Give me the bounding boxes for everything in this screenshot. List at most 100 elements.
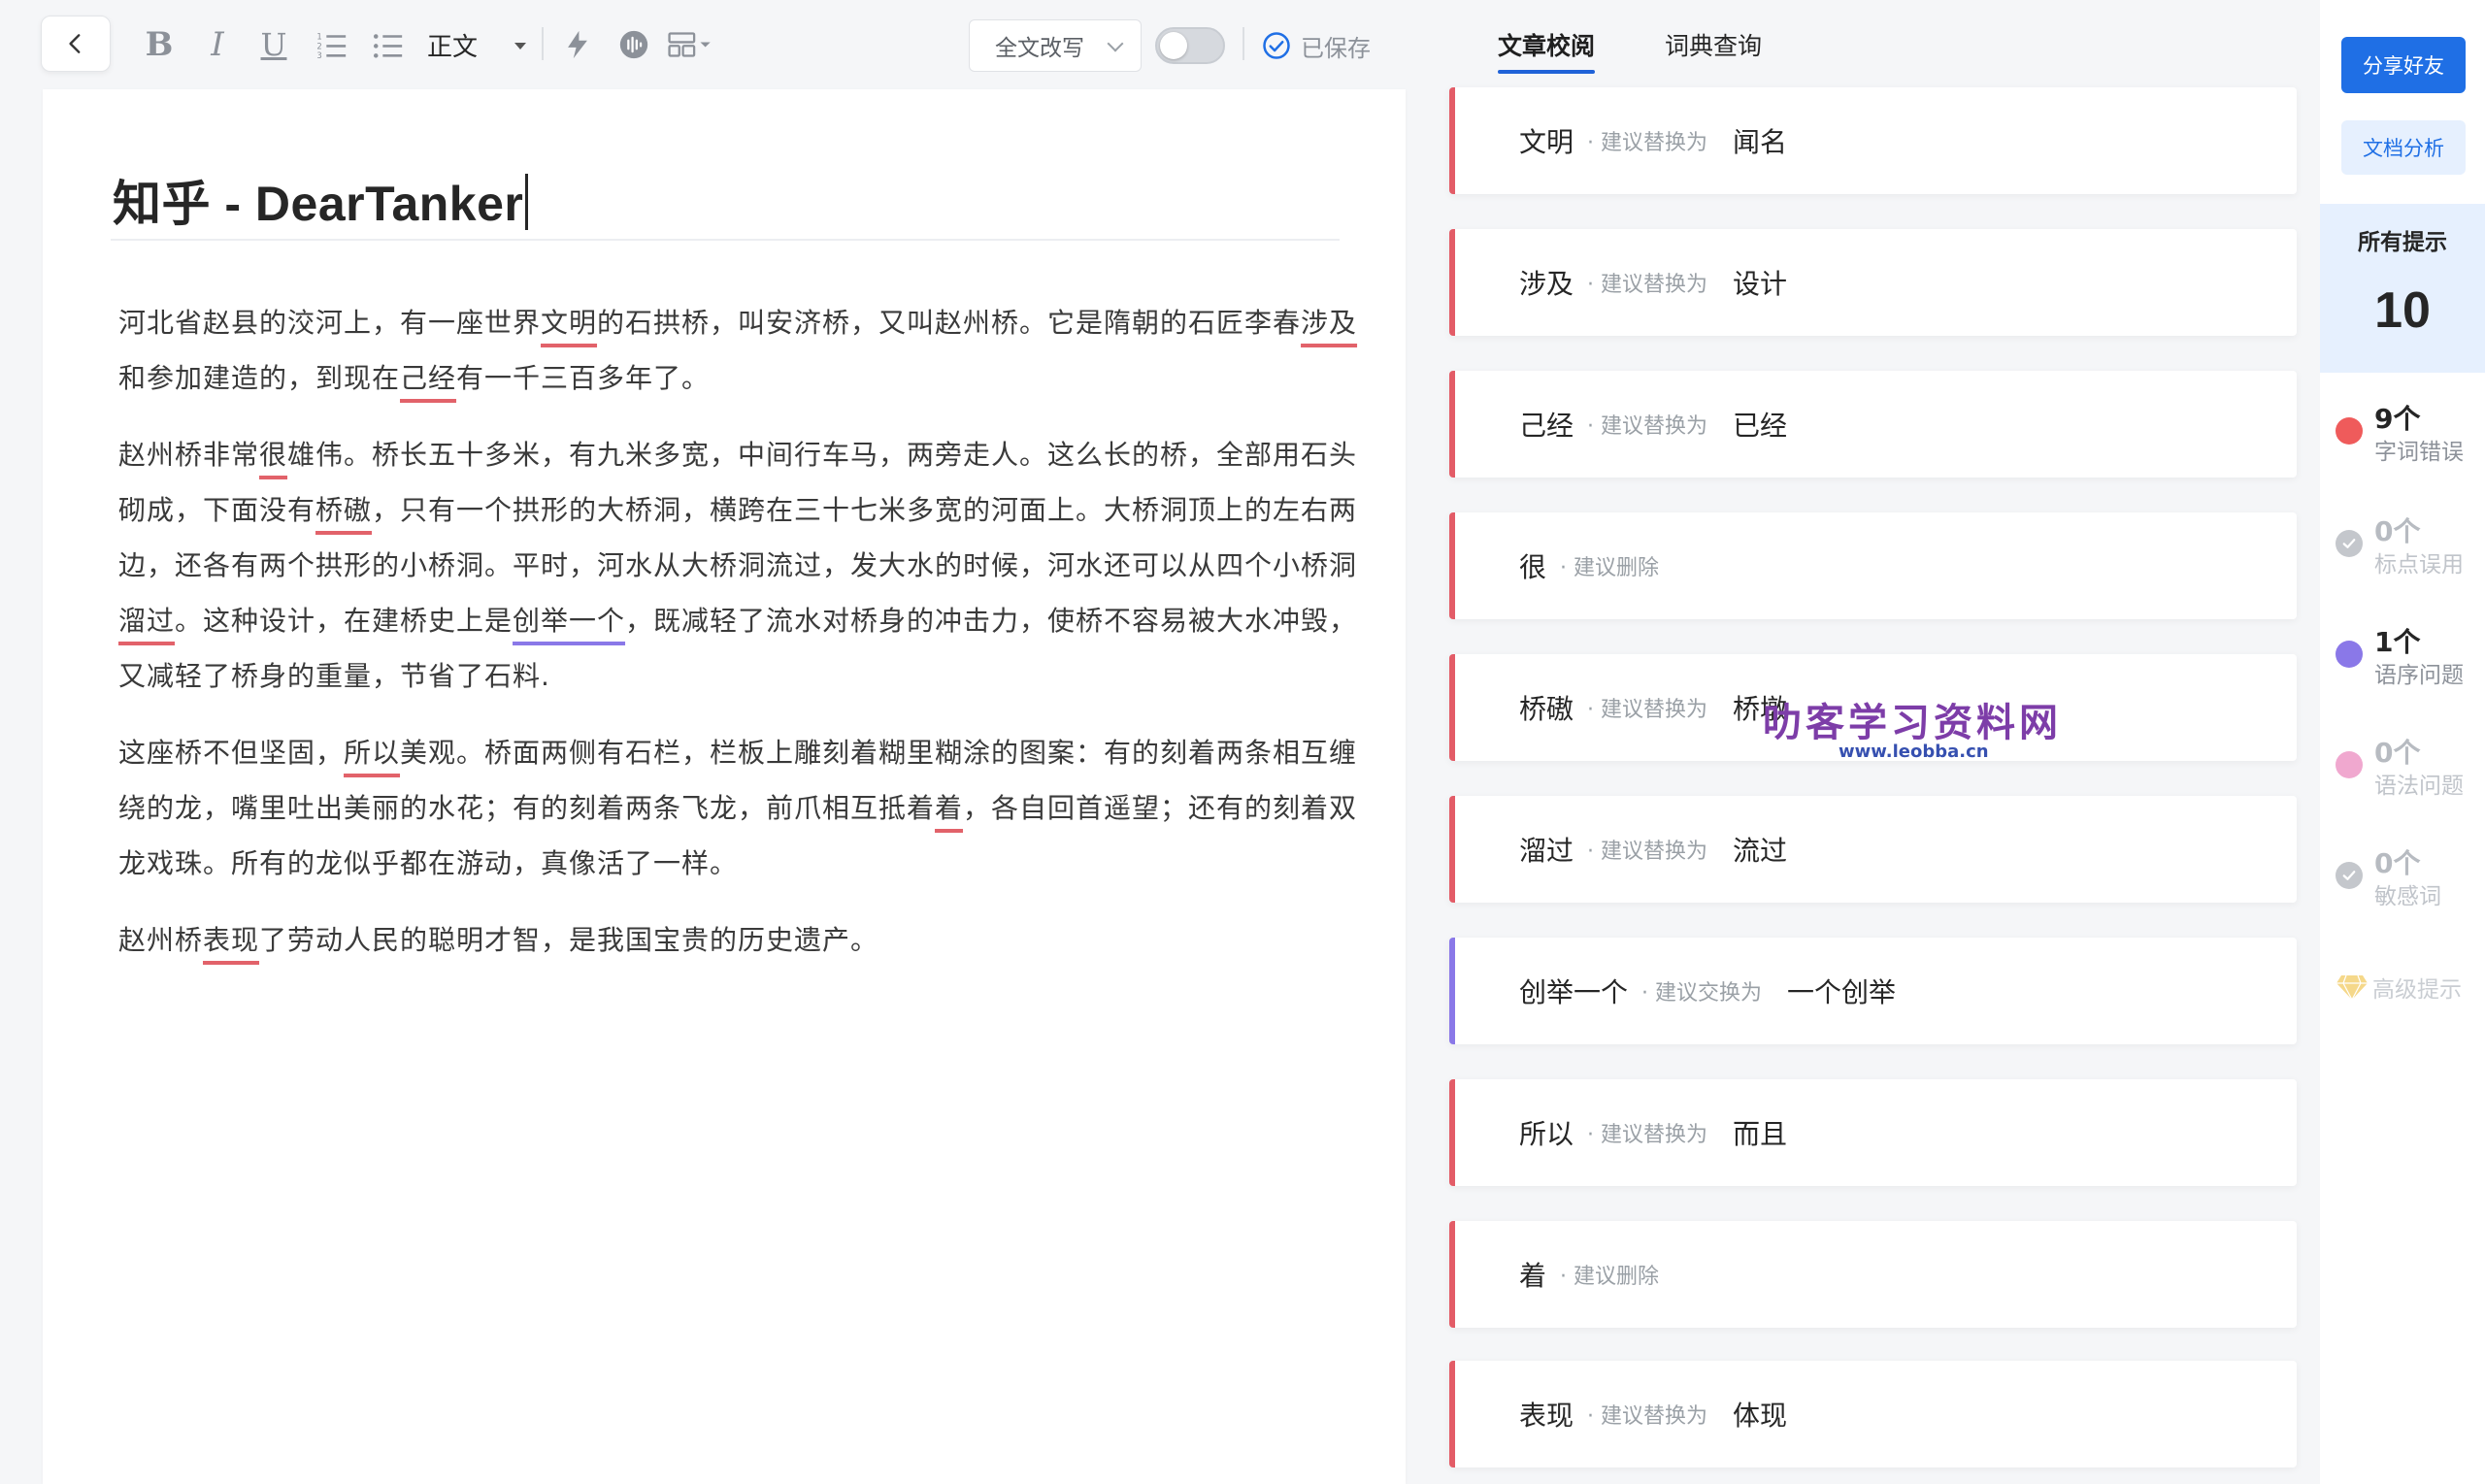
unordered-list-icon xyxy=(373,34,403,58)
flagged-word[interactable]: 桥磝 xyxy=(315,494,372,526)
advanced-hints-label: 高级提示 xyxy=(2372,977,2462,1003)
title-divider xyxy=(111,239,1340,241)
suggestion-replacement[interactable]: 设计 xyxy=(1733,263,1787,302)
unordered-list-button[interactable] xyxy=(369,23,408,66)
check-circle-icon xyxy=(2336,862,2363,889)
suggestion-card[interactable]: 溜过 · 建议替换为 流过 xyxy=(1449,796,2297,903)
suggestion-replacement[interactable]: 已经 xyxy=(1733,405,1787,444)
suggestion-replacement[interactable]: 而且 xyxy=(1733,1113,1787,1152)
suggestion-replacement[interactable]: 一个创举 xyxy=(1787,972,1896,1010)
suggestion-original: 很 xyxy=(1519,551,1547,583)
save-status: 已保存 xyxy=(1262,29,1371,62)
suggestion-original: 己经 xyxy=(1519,410,1574,442)
voice-button[interactable] xyxy=(614,23,653,66)
doc-analysis-button[interactable]: 文档分析 xyxy=(2341,120,2466,175)
document-title-text: 知乎 - DearTanker xyxy=(113,177,524,231)
paragraph-style-select[interactable]: 正文 xyxy=(427,23,526,66)
bold-button[interactable]: B xyxy=(140,23,179,66)
flagged-word[interactable]: 创举一个 xyxy=(513,605,625,637)
full-rewrite-dropdown[interactable]: 全文改写 xyxy=(969,19,1142,72)
toolbar-divider xyxy=(542,27,544,60)
suggestion-original: 文明 xyxy=(1519,126,1574,158)
suggestion-card[interactable]: 所以 · 建议替换为 而且 xyxy=(1449,1079,2297,1186)
text-run: 和参加建造的，到现在 xyxy=(118,362,401,394)
stat-filter[interactable]: 0个 标点误用 xyxy=(2334,511,2479,578)
document-body[interactable]: 河北省赵县的洨河上，有一座世界文明的石拱桥，叫安济桥，又叫赵州桥。它是隋朝的石匠… xyxy=(118,295,1380,989)
suggestion-hint: · 建议替换为 xyxy=(1587,131,1708,155)
flagged-word[interactable]: 很 xyxy=(259,439,287,471)
advanced-hints-button[interactable]: 高级提示 xyxy=(2336,971,2462,1004)
watermark-url: www.leobba.cn xyxy=(1839,742,1989,762)
stat-count: 0个 xyxy=(2374,737,2421,769)
svg-text:3: 3 xyxy=(316,51,321,61)
flagged-word[interactable]: 文明 xyxy=(541,307,597,339)
stat-count: 1个 xyxy=(2374,626,2421,658)
status-dot-icon xyxy=(2336,417,2363,445)
stat-filter[interactable]: 9个 字词错误 xyxy=(2334,398,2479,466)
text-run: 河北省赵县的洨河上，有一座世界 xyxy=(118,307,542,339)
quick-action-button[interactable] xyxy=(558,23,597,66)
suggestion-hint: · 建议替换为 xyxy=(1587,1123,1708,1147)
suggestion-card[interactable]: 着 · 建议删除 xyxy=(1449,1221,2297,1328)
stat-filter[interactable]: 0个 敏感词 xyxy=(2334,842,2479,910)
text-run: 。这种设计，在建桥史上是 xyxy=(175,605,514,637)
flagged-word[interactable]: 着 xyxy=(935,792,963,824)
suggestion-replacement[interactable]: 体现 xyxy=(1733,1395,1787,1434)
flagged-word[interactable]: 表现 xyxy=(203,924,259,956)
stat-label: 敏感词 xyxy=(2374,884,2441,909)
suggestion-original: 所以 xyxy=(1519,1118,1574,1150)
document-paragraph[interactable]: 赵州桥非常很雄伟。桥长五十多米，有九米多宽，中间行车马，两旁走人。这么长的桥，全… xyxy=(118,427,1380,704)
tab-review[interactable]: 文章校阅 xyxy=(1498,27,1596,74)
document-paragraph[interactable]: 赵州桥表现了劳动人民的聪明才智，是我国宝贵的历史遗产。 xyxy=(118,912,1380,968)
suggestion-card[interactable]: 表现 · 建议替换为 体现 xyxy=(1449,1361,2297,1468)
document-paragraph[interactable]: 这座桥不但坚固，所以美观。桥面两侧有石栏，栏板上雕刻着糊里糊涂的图案：有的刻着两… xyxy=(118,725,1380,891)
document-editor[interactable]: 知乎 - DearTanker 河北省赵县的洨河上，有一座世界文明的石拱桥，叫安… xyxy=(43,89,1406,1484)
suggestion-card[interactable]: 文明 · 建议替换为 闻名 xyxy=(1449,87,2297,194)
text-run: 了劳动人民的聪明才智，是我国宝贵的历史遗产。 xyxy=(259,924,879,956)
voice-icon xyxy=(619,30,648,59)
all-hints-label: 所有提示 xyxy=(2358,230,2447,255)
flagged-word[interactable]: 己经 xyxy=(400,362,456,394)
flagged-word[interactable]: 溜过 xyxy=(118,605,175,637)
suggestion-hint: · 建议替换为 xyxy=(1587,840,1708,864)
suggestion-original: 创举一个 xyxy=(1519,976,1629,1008)
chevron-left-icon xyxy=(69,34,81,53)
suggestion-card[interactable]: 很 · 建议删除 xyxy=(1449,512,2297,619)
suggestion-replacement[interactable]: 闻名 xyxy=(1733,121,1787,160)
flagged-word[interactable]: 所以 xyxy=(344,737,400,769)
check-circle-icon xyxy=(1263,32,1290,59)
flagged-word[interactable]: 涉及 xyxy=(1301,307,1357,339)
chevron-down-icon xyxy=(1107,35,1124,52)
watermark-text: 叻客学习资料网 xyxy=(1763,701,2062,745)
italic-button[interactable]: I xyxy=(198,23,237,66)
tab-dictionary[interactable]: 词典查询 xyxy=(1665,27,1762,66)
svg-text:1: 1 xyxy=(316,32,321,42)
stat-count: 9个 xyxy=(2374,403,2421,435)
suggestion-hint: · 建议替换为 xyxy=(1587,273,1708,297)
stat-label: 语序问题 xyxy=(2374,663,2464,688)
suggestion-card[interactable]: 涉及 · 建议替换为 设计 xyxy=(1449,229,2297,336)
ordered-list-button[interactable]: 123 xyxy=(313,23,351,66)
suggestion-replacement[interactable]: 流过 xyxy=(1733,830,1787,869)
stat-label: 语法问题 xyxy=(2374,774,2464,799)
ordered-list-icon: 123 xyxy=(316,32,347,61)
text-run: 赵州桥非常 xyxy=(118,439,260,471)
app-root: B I U 123 正文 全文改写 已保存 文章校阅 词典查询 知乎 - Dea… xyxy=(0,0,2485,1484)
suggestion-card[interactable]: 创举一个 · 建议交换为 一个创举 xyxy=(1449,938,2297,1044)
all-hints-filter[interactable]: 所有提示 10 xyxy=(2320,204,2485,373)
rewrite-toggle[interactable] xyxy=(1155,27,1225,64)
layout-button[interactable] xyxy=(660,23,718,66)
document-paragraph[interactable]: 河北省赵县的洨河上，有一座世界文明的石拱桥，叫安济桥，又叫赵州桥。它是隋朝的石匠… xyxy=(118,295,1380,406)
stat-filter[interactable]: 1个语序问题 xyxy=(2334,621,2479,689)
stat-filter[interactable]: 0个语法问题 xyxy=(2334,732,2479,800)
document-title[interactable]: 知乎 - DearTanker xyxy=(113,165,529,235)
underline-button[interactable]: U xyxy=(254,23,293,66)
share-button[interactable]: 分享好友 xyxy=(2341,37,2466,93)
suggestion-card[interactable]: 己经 · 建议替换为 已经 xyxy=(1449,371,2297,478)
text-run: 有一千三百多年了。 xyxy=(456,362,711,394)
check-circle-icon xyxy=(2336,530,2363,557)
suggestion-hint: · 建议交换为 xyxy=(1641,981,1763,1006)
back-button[interactable] xyxy=(41,16,111,72)
full-rewrite-label: 全文改写 xyxy=(995,36,1084,61)
caret-down-icon xyxy=(514,43,526,49)
